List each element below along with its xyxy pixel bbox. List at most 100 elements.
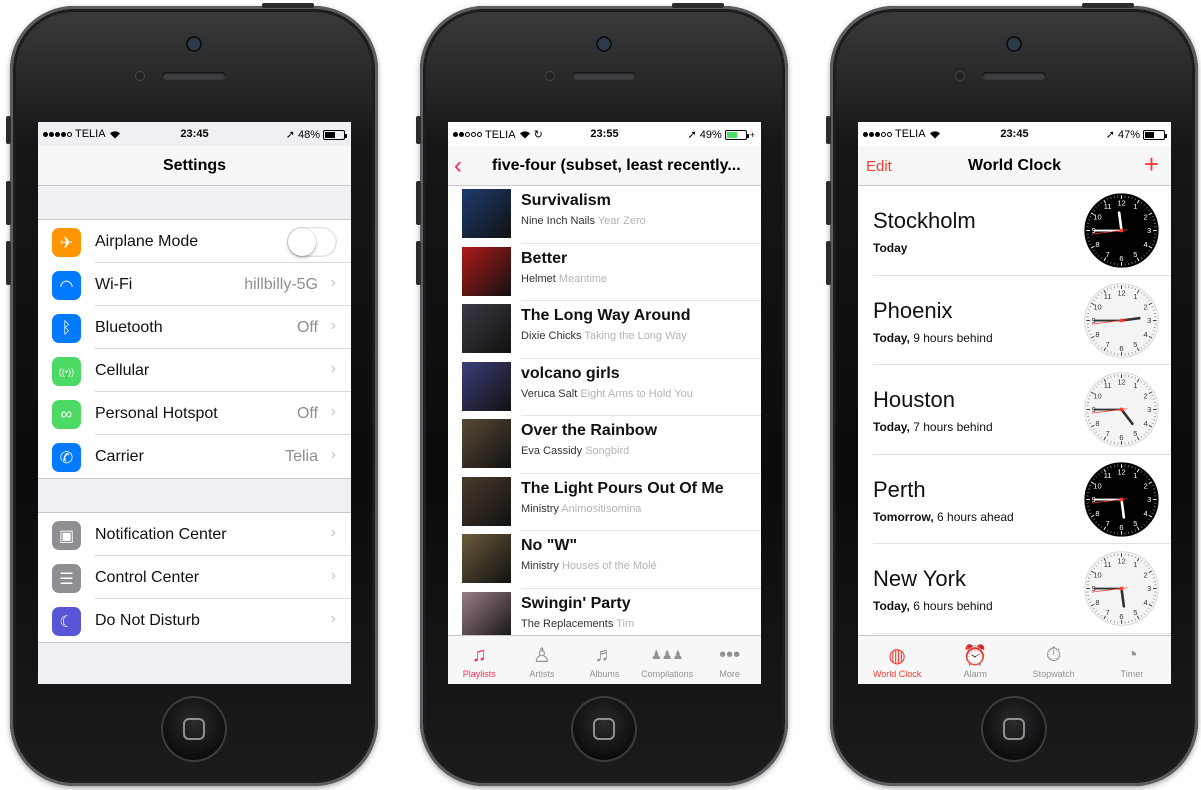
song-row[interactable]: Better Helmet Meantime	[448, 244, 761, 301]
tab-label: Alarm	[963, 669, 988, 679]
city-day: Today,	[873, 330, 910, 345]
airplane-icon: ✈	[52, 228, 81, 257]
tab-playlists[interactable]: ♫ Playlists	[448, 636, 511, 684]
tab-timer[interactable]: ◔ Timer	[1093, 636, 1171, 684]
tab-stopwatch[interactable]: ⏱ Stopwatch	[1015, 636, 1093, 684]
clock-numeral: 11	[1104, 560, 1112, 569]
clock-numeral: 10	[1093, 302, 1101, 311]
phone-icon: ✆	[52, 443, 81, 472]
volume-up-button	[416, 181, 421, 225]
clock-numeral: 8	[1095, 419, 1099, 428]
tab-world-clock[interactable]: ◍ World Clock	[858, 636, 936, 684]
settings-row-cellular[interactable]: ((•)) Cellular ›	[38, 349, 351, 392]
clock-numeral: 2	[1143, 212, 1147, 221]
clock-numeral: 10	[1093, 481, 1101, 490]
charging-plus-icon: +	[749, 129, 755, 140]
song-artist: Helmet	[521, 272, 556, 285]
clock-numeral: 8	[1095, 509, 1099, 518]
city-offset: Tomorrow, 6 hours ahead	[873, 510, 1014, 524]
chevron-right-icon: ›	[330, 360, 336, 377]
home-button[interactable]	[161, 696, 227, 762]
city-row[interactable]: PhoenixToday, 9 hours behind123456789101…	[858, 276, 1171, 365]
chevron-right-icon: ›	[330, 403, 336, 420]
front-sensor	[136, 72, 144, 80]
city-day: Today,	[873, 420, 910, 434]
tab-artists[interactable]: ♙ Artists	[511, 636, 574, 684]
tab-label: World Clock	[872, 669, 922, 679]
camera-icon	[188, 38, 200, 50]
clock-numeral: 1	[1133, 471, 1137, 480]
chevron-right-icon: ›	[330, 610, 336, 627]
compilations-icon: ♟♟♟	[650, 648, 684, 662]
city-row[interactable]: New YorkToday, 6 hours behind12345678910…	[858, 544, 1171, 634]
phone-world-clock: TELIA 23:45 ➚ 47% Edit World Clock + Sto…	[826, 3, 1198, 786]
song-album: Houses of the Molé	[561, 560, 657, 572]
song-artist: Eva Cassidy	[521, 445, 583, 457]
settings-row-carrier[interactable]: ✆ Carrier Telia ›	[38, 435, 351, 478]
settings-row-wi-fi[interactable]: ◠ Wi-Fi hillbilly-5G ›	[38, 263, 351, 306]
front-sensor	[956, 72, 964, 80]
location-arrow-icon: ➚	[687, 129, 697, 141]
location-arrow-icon: ➚	[285, 129, 295, 141]
clock-numeral: 8	[1095, 240, 1099, 249]
settings-row-label: Bluetooth	[95, 319, 163, 336]
clock-numeral: 2	[1143, 302, 1147, 311]
clock-numeral: 11	[1104, 202, 1112, 211]
clock-numeral: 4	[1143, 240, 1147, 249]
settings-row-value: Telia	[285, 448, 318, 465]
city-row[interactable]: StockholmToday123456789101112	[858, 186, 1171, 276]
timer-icon: ◔	[1125, 643, 1138, 666]
volume-down-button	[826, 241, 831, 285]
tab-label: Artists	[529, 669, 555, 679]
city-day: Today,	[873, 599, 910, 613]
song-meta: The Replacements Tim	[521, 618, 634, 630]
tab-compilations[interactable]: ♟♟♟ Compilations	[636, 636, 699, 684]
settings-row-control-center[interactable]: ☰ Control Center ›	[38, 556, 351, 599]
phone-music: TELIA ↻ 23:55 ➚ 49% + ‹ five-four (subse…	[416, 3, 788, 786]
song-artist: Nine Inch Nails	[521, 215, 595, 227]
song-row[interactable]: The Light Pours Out Of Me Ministry Animos…	[448, 474, 761, 531]
clock-numeral: 6	[1119, 612, 1123, 621]
song-meta: Helmet Meantime	[521, 273, 607, 285]
song-row[interactable]: Survivalism Nine Inch Nails Year Zero	[448, 186, 761, 244]
song-artist: Ministry	[521, 502, 559, 515]
tab-alarm[interactable]: ⏰ Alarm	[936, 636, 1014, 684]
clock-numeral: 2	[1143, 481, 1147, 490]
city-row[interactable]: PerthTomorrow, 6 hours ahead123456789101…	[858, 455, 1171, 544]
settings-row-notification-center[interactable]: ▣ Notification Center ›	[38, 513, 351, 556]
back-chevron-icon[interactable]: ‹	[454, 152, 462, 180]
home-button[interactable]	[571, 696, 637, 762]
settings-group-system: ▣ Notification Center › ☰ Control Center › ☾ Do…	[38, 512, 351, 643]
song-title: Better	[521, 249, 568, 267]
song-row[interactable]: The Long Way Around Dixie Chicks Taking t…	[448, 301, 761, 359]
clock-center-pin	[1119, 497, 1124, 501]
song-row[interactable]: No "W" Ministry Houses of the Molé	[448, 531, 761, 589]
song-row[interactable]: volcano girls Veruca Salt Eight Arms to H…	[448, 359, 761, 416]
settings-row-do-not-disturb[interactable]: ☾ Do Not Disturb ›	[38, 599, 351, 642]
home-button[interactable]	[981, 696, 1047, 762]
battery-percent: 48%	[297, 128, 320, 141]
tab-albums[interactable]: ♬ Albums	[573, 636, 636, 684]
clock-numeral: 6	[1119, 433, 1123, 442]
power-button	[672, 3, 724, 8]
clock-numeral: 11	[1104, 381, 1112, 390]
clock-numeral: 3	[1147, 226, 1151, 235]
clock-numeral: 6	[1119, 254, 1123, 263]
tab-more[interactable]: ••• More	[698, 636, 761, 684]
settings-row-airplane-mode[interactable]: ✈ Airplane Mode	[38, 220, 351, 263]
clock-tab-bar: ◍ World Clock ⏰ Alarm ⏱ Stopwatch ◔ Timer	[858, 635, 1171, 684]
settings-row-personal-hotspot[interactable]: ∞ Personal Hotspot Off ›	[38, 392, 351, 435]
settings-row-bluetooth[interactable]: ᛒ Bluetooth Off ›	[38, 306, 351, 349]
tab-label: Playlists	[462, 669, 496, 679]
clock-numeral: 7	[1106, 519, 1110, 528]
song-meta: Nine Inch Nails Year Zero	[521, 215, 646, 227]
song-album: Year Zero	[597, 215, 646, 227]
clock-numeral: 5	[1133, 429, 1137, 438]
airplane-mode-toggle[interactable]	[287, 227, 337, 257]
song-row[interactable]: Over the Rainbow Eva Cassidy Songbird	[448, 416, 761, 474]
clock-numeral: 1	[1133, 381, 1137, 390]
settings-row-label: Cellular	[95, 362, 150, 379]
battery-charging-icon	[724, 129, 749, 140]
add-city-button[interactable]: +	[1144, 149, 1159, 180]
city-row[interactable]: HoustonToday, 7 hours behind123456789101…	[858, 365, 1171, 455]
